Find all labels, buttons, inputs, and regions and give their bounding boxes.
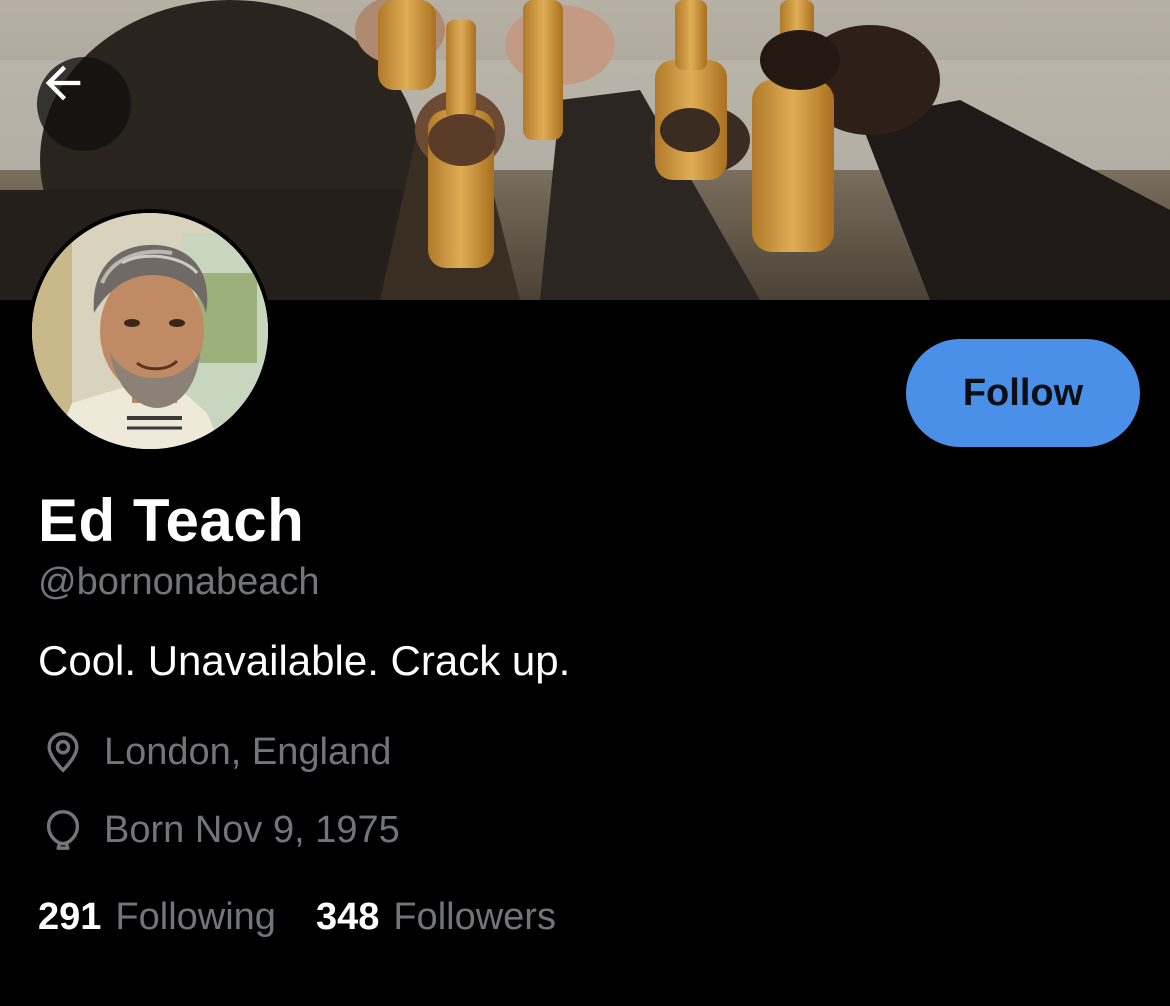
location-pin-icon [38,727,88,777]
arrow-left-icon [45,65,81,101]
birthdate-row: Born Nov 9, 1975 [38,805,400,855]
location-row: London, England [38,727,391,777]
following-link[interactable]: 291 Following [38,896,276,939]
followers-label: Followers [393,896,556,938]
followers-count: 348 [315,896,380,938]
back-button[interactable] [37,57,131,151]
following-count: 291 [38,896,102,938]
birthdate-text: Born Nov 9, 1975 [104,808,400,851]
follow-stats: 291 Following 348 Followers [38,896,556,939]
followers-link[interactable]: 348 Followers [316,896,556,939]
profile-page: Follow Ed Teach @bornonabeach Cool. Unav… [0,0,1170,1006]
location-text: London, England [104,730,392,773]
avatar-image [32,213,268,449]
follow-button[interactable]: Follow [906,339,1140,447]
balloon-icon [38,805,88,855]
avatar[interactable] [28,209,272,453]
following-label: Following [115,896,276,938]
user-handle: @bornonabeach [38,561,320,603]
display-name: Ed Teach [38,487,305,554]
profile-bio: Cool. Unavailable. Crack up. [38,637,571,684]
